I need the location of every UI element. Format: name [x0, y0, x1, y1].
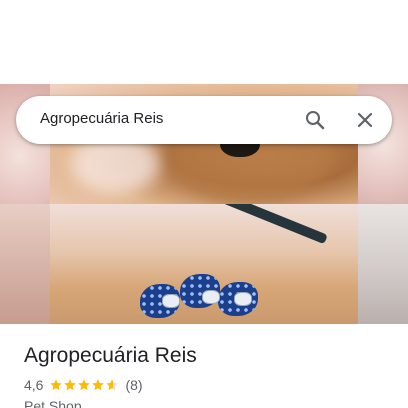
rating-row[interactable]: 4,6 (8) [24, 376, 143, 394]
star-icon [106, 379, 119, 391]
photo-detail [222, 204, 328, 245]
place-category[interactable]: Pet Shop [24, 398, 82, 408]
search-input[interactable]: Agropecuária Reis [40, 110, 163, 127]
photo-tile-main-bottom [50, 204, 358, 324]
photo-detail [130, 264, 270, 324]
star-icon [78, 379, 91, 391]
close-icon[interactable] [353, 108, 377, 132]
star-icon [50, 379, 63, 391]
rating-value: 4,6 [24, 377, 44, 393]
star-rating [49, 378, 119, 392]
place-info-panel: Agropecuária Reis 4,6 (8) Pet Shop [0, 324, 408, 408]
photo-tile [0, 204, 50, 324]
gem [162, 294, 180, 308]
search-icon[interactable] [303, 108, 327, 132]
star-icon [92, 379, 105, 391]
gem [234, 292, 252, 306]
star-icon [64, 379, 77, 391]
map-top-area [0, 0, 408, 84]
place-title: Agropecuária Reis [24, 344, 197, 367]
gem [202, 290, 220, 304]
search-bar[interactable]: Agropecuária Reis [16, 96, 392, 144]
photo-tile [358, 204, 408, 324]
review-count[interactable]: (8) [125, 377, 142, 393]
